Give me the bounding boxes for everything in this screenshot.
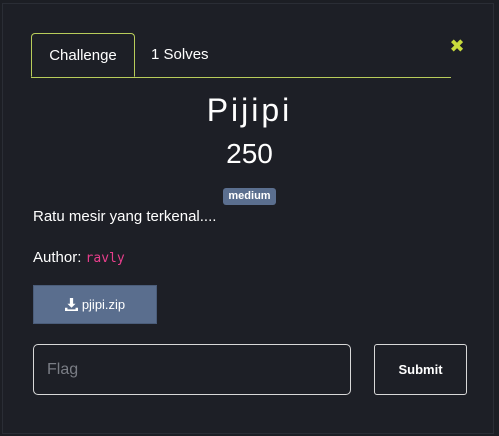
- author-name: ravly: [85, 251, 125, 266]
- challenge-author: Author: ravly: [33, 249, 125, 266]
- file-name: pjipi.zip: [81, 297, 126, 312]
- download-file-button[interactable]: pjipi.zip: [33, 285, 157, 324]
- download-icon: [64, 298, 78, 311]
- submit-button[interactable]: Submit: [374, 344, 467, 395]
- challenge-points: 250: [226, 138, 273, 169]
- tab-challenge[interactable]: Challenge: [31, 33, 135, 77]
- close-icon[interactable]: ✖: [449, 37, 465, 55]
- challenge-title: Pijipi: [206, 92, 293, 128]
- challenge-description: Ratu mesir yang terkenal....: [33, 208, 217, 225]
- difficulty-badge: medium: [223, 188, 276, 205]
- flag-input[interactable]: [33, 344, 351, 395]
- challenge-tabs: Challenge 1 Solves: [31, 33, 451, 78]
- author-label: Author:: [33, 249, 82, 266]
- difficulty-badge-wrapper: medium: [0, 186, 499, 205]
- tab-solves[interactable]: 1 Solves: [143, 33, 233, 76]
